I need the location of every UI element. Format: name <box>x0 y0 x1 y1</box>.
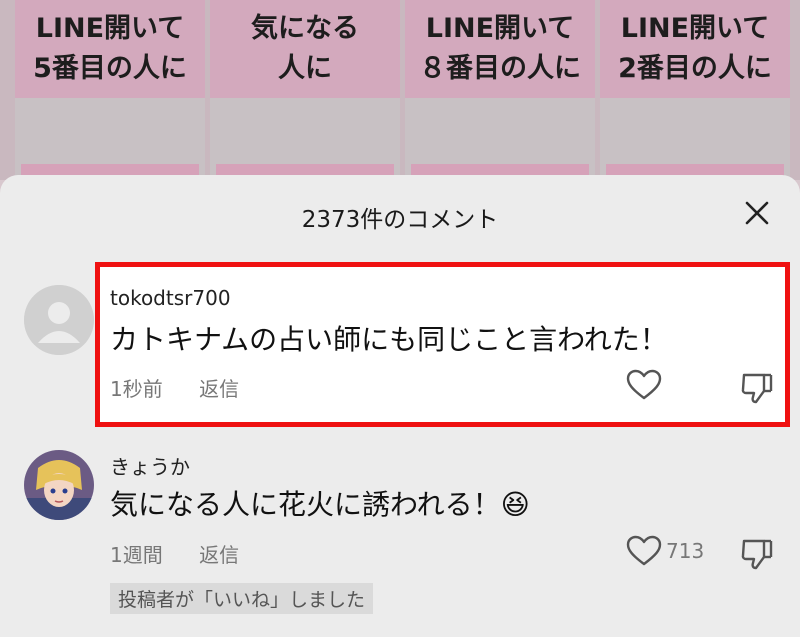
creator-liked-badge: 投稿者が「いいね」しました <box>110 583 374 614</box>
card-caption: LINE開いて ８番目の人に <box>405 0 595 98</box>
background-card-4[interactable]: LINE開いて 2番目の人に <box>600 0 790 180</box>
comment-text: カトキナムの占い師にも同じこと言われた！ <box>110 323 668 356</box>
heart-icon <box>626 369 662 400</box>
comment-time: 1秒前 <box>110 377 163 401</box>
heart-icon <box>626 535 662 566</box>
thumbs-down-icon <box>741 539 773 570</box>
default-avatar[interactable] <box>24 285 94 355</box>
card-caption: 気になる 人に <box>210 0 400 98</box>
person-icon <box>24 285 94 355</box>
comment-username[interactable]: tokodtsr700 <box>110 286 231 310</box>
like-button[interactable]: 713 <box>626 535 704 567</box>
dislike-button[interactable] <box>740 537 774 575</box>
like-count: 713 <box>666 539 705 563</box>
dislike-button[interactable] <box>740 371 774 409</box>
background-card-3[interactable]: LINE開いて ８番目の人に <box>405 0 595 180</box>
background-card-1[interactable]: LINE開いて 5番目の人に <box>15 0 205 180</box>
close-icon[interactable] <box>742 198 772 228</box>
card-caption: LINE開いて 5番目の人に <box>15 0 205 98</box>
comment-text: 気になる人に花火に誘われる！😆 <box>110 488 530 521</box>
thumbs-down-icon <box>741 373 773 404</box>
like-button[interactable] <box>626 369 662 401</box>
reply-button[interactable]: 返信 <box>199 543 239 567</box>
comments-count-title: 2373件のコメント <box>301 207 499 233</box>
anime-avatar-image <box>24 450 94 520</box>
comment-meta: 1秒前 返信 <box>110 373 269 402</box>
comment-username[interactable]: きょうか <box>110 451 190 480</box>
reply-button[interactable]: 返信 <box>199 377 239 401</box>
background-card-2[interactable]: 気になる 人に <box>210 0 400 180</box>
background-video-strip: LINE開いて 5番目の人に 気になる 人に LINE開いて ８番目の人に LINE開… <box>0 0 800 180</box>
comment-time: 1週間 <box>110 543 163 567</box>
card-caption: LINE開いて 2番目の人に <box>600 0 790 98</box>
user-avatar[interactable] <box>24 450 94 520</box>
comments-sheet: 2373件のコメント tokodtsr700 カトキナムの占い師にも同じこと言わ… <box>0 175 800 637</box>
comment-meta: 1週間 返信 <box>110 539 269 568</box>
